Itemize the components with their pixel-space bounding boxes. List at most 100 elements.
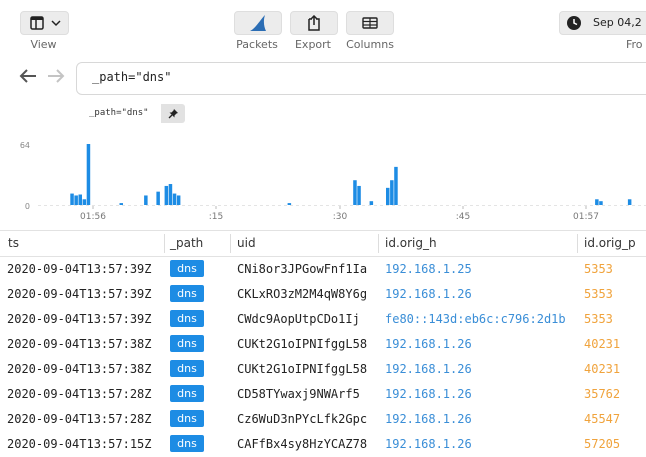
histogram-svg: 64 0 01:56:15:30:45 01:57 (20, 141, 646, 222)
cell-orig-h: 192.168.1.26 (385, 337, 472, 351)
cell-orig-h: 192.168.1.26 (385, 287, 472, 301)
cell-uid: CAFfBx4sy8HzYCAZ78 (237, 437, 368, 451)
histogram-bar[interactable] (386, 187, 390, 205)
histogram-bar[interactable] (287, 203, 292, 205)
column-divider[interactable] (164, 234, 165, 253)
filter-pill-label: _path="dns" (89, 108, 149, 118)
columns-button[interactable] (346, 11, 394, 35)
histogram-bar[interactable] (82, 199, 87, 205)
table-row[interactable]: 2020-09-04T13:57:38Z dns CUKt2G1oIPNIfggL5… (0, 356, 646, 381)
cell-orig-p: 45547 (584, 412, 621, 426)
histogram-bar[interactable] (353, 180, 357, 205)
from-label: Fro (626, 38, 643, 51)
cell-orig-p: 35762 (584, 387, 621, 401)
cell-ts: 2020-09-04T13:57:28Z (7, 387, 152, 401)
histogram-bar[interactable] (164, 185, 169, 205)
histogram-bar[interactable] (78, 194, 83, 205)
cell-uid: CWdc9AopUtpCDo1Ij (237, 312, 360, 326)
cell-uid: CKLxRO3zM2M4qW8Y6g (237, 287, 368, 301)
header-orig-h[interactable]: id.orig_h (385, 236, 437, 250)
chevron-down-icon (51, 20, 61, 27)
histogram-bar[interactable] (172, 193, 177, 205)
cell-uid: CNi8or3JPGowFnf1Ia (237, 262, 368, 276)
cell-ts: 2020-09-04T13:57:39Z (7, 312, 152, 326)
column-divider[interactable] (230, 234, 231, 253)
cell-ts: 2020-09-04T13:57:39Z (7, 287, 152, 301)
cell-orig-h: 192.168.1.26 (385, 387, 472, 401)
column-divider[interactable] (577, 234, 578, 253)
header-orig-p[interactable]: id.orig_p (584, 236, 636, 250)
histogram-bar[interactable] (595, 199, 599, 205)
path-badge: dns (170, 360, 204, 377)
histogram-bar[interactable] (369, 201, 374, 205)
table-row[interactable]: 2020-09-04T13:57:39Z dns CKLxRO3zM2M4qW8Y6… (0, 281, 646, 306)
path-badge: dns (170, 410, 204, 427)
cell-uid: CUKt2G1oIPNIfggL58 (237, 337, 368, 351)
cell-ts: 2020-09-04T13:57:39Z (7, 262, 152, 276)
table-row[interactable]: 2020-09-04T13:57:28Z dns Cz6WuD3nPYcLfk2Gp… (0, 406, 646, 431)
table-row[interactable]: 2020-09-04T13:57:39Z dns CWdc9AopUtpCDo1Ij… (0, 306, 646, 331)
path-badge: dns (170, 385, 204, 402)
x-tick-label: :15 (209, 212, 223, 222)
cell-ts: 2020-09-04T13:57:38Z (7, 337, 152, 351)
column-divider[interactable] (378, 234, 379, 253)
header-ts[interactable]: ts (8, 236, 19, 250)
table-row[interactable]: 2020-09-04T13:57:28Z dns CD58TYwaxj9NWArf5… (0, 381, 646, 406)
path-badge: dns (170, 310, 204, 327)
search-input[interactable]: _path="dns" (76, 62, 646, 95)
table-row[interactable]: 2020-09-04T13:57:15Z dns CAFfBx4sy8HzYCAZ7… (0, 431, 646, 456)
table-row[interactable]: 2020-09-04T13:57:39Z dns CNi8or3JPGowFnf1I… (0, 256, 646, 281)
cell-orig-h: 192.168.1.26 (385, 437, 472, 451)
histogram-bar[interactable] (390, 180, 394, 205)
pin-button[interactable] (161, 104, 185, 123)
histogram-bar[interactable] (357, 185, 361, 205)
histogram[interactable]: 64 0 01:56:15:30:45 01:57 (0, 130, 646, 230)
cell-uid: Cz6WuD3nPYcLfk2Gpc (237, 412, 368, 426)
forward-arrow-icon[interactable] (46, 67, 66, 88)
x-tick-label: :30 (333, 212, 348, 222)
path-badge: dns (170, 335, 204, 352)
y-tick-label: 64 (20, 141, 30, 150)
histogram-bar[interactable] (176, 195, 181, 205)
back-arrow-icon[interactable] (18, 67, 38, 88)
cell-orig-p: 40231 (584, 362, 621, 376)
header-path[interactable]: _path (170, 236, 203, 250)
date-range-button[interactable]: Sep 04,2 (559, 11, 646, 35)
clock-icon (567, 16, 581, 30)
search-query: _path="dns" (92, 70, 172, 84)
histogram-bar[interactable] (168, 184, 173, 205)
histogram-bar[interactable] (119, 203, 124, 205)
cell-ts: 2020-09-04T13:57:28Z (7, 412, 152, 426)
x-tick-label: 01:57 (573, 212, 599, 222)
cell-orig-p: 5353 (584, 262, 613, 276)
path-badge: dns (170, 435, 204, 452)
histogram-bar[interactable] (627, 199, 632, 205)
histogram-bar[interactable] (144, 195, 148, 205)
path-badge: dns (170, 285, 204, 302)
date-text: Sep 04,2 (593, 16, 642, 29)
pin-icon (168, 109, 178, 119)
histogram-bar[interactable] (156, 191, 160, 205)
cell-orig-p: 40231 (584, 337, 621, 351)
view-label: View (30, 38, 57, 51)
table-row[interactable]: 2020-09-04T13:57:38Z dns CUKt2G1oIPNIfggL5… (0, 331, 646, 356)
cell-orig-h: 192.168.1.26 (385, 412, 472, 426)
cell-orig-p: 5353 (584, 287, 613, 301)
histogram-bar[interactable] (394, 166, 398, 205)
histogram-bar[interactable] (599, 201, 603, 205)
cell-orig-h: fe80::143d:eb6c:c796:2d1b (385, 312, 566, 326)
packets-button[interactable] (234, 11, 282, 35)
shark-fin-icon (250, 15, 266, 31)
view-button[interactable] (20, 11, 69, 35)
cell-uid: CUKt2G1oIPNIfggL58 (237, 362, 368, 376)
header-uid[interactable]: uid (237, 236, 256, 250)
export-button[interactable] (290, 11, 338, 35)
columns-label: Columns (346, 38, 394, 51)
histogram-bar[interactable] (86, 144, 91, 205)
cell-orig-p: 5353 (584, 312, 613, 326)
histogram-bar[interactable] (70, 193, 74, 205)
table-header: ts _path uid id.orig_h id.orig_p (0, 230, 646, 257)
histogram-bar[interactable] (74, 195, 78, 205)
cell-ts: 2020-09-04T13:57:38Z (7, 362, 152, 376)
export-label: Export (294, 38, 331, 51)
